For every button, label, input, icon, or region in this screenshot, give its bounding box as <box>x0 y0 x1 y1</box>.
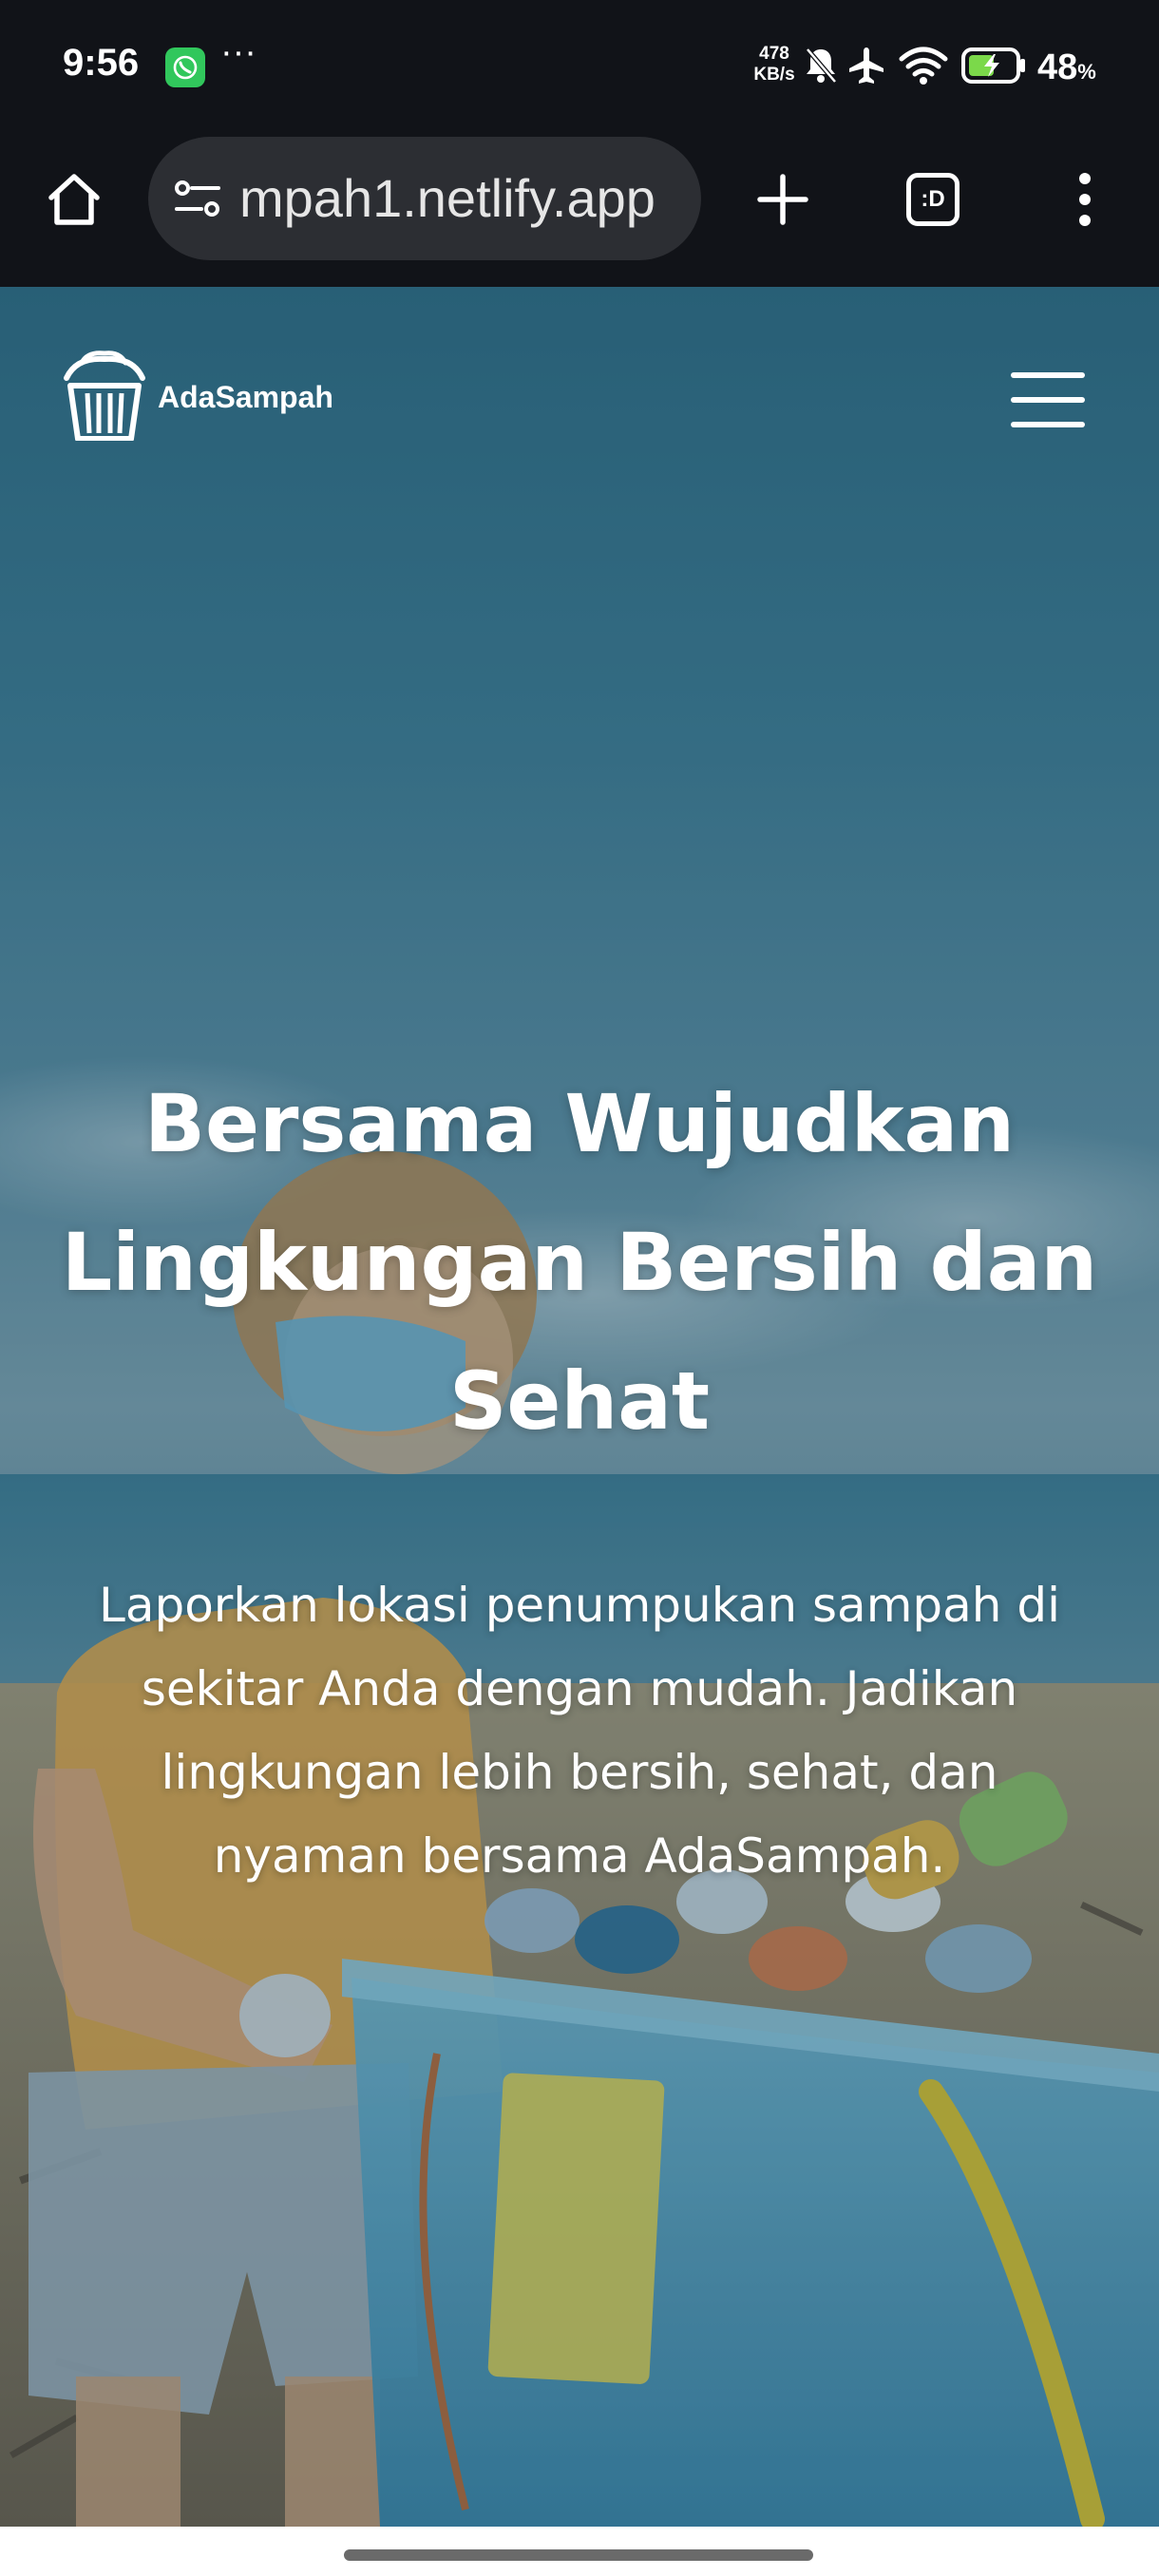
hamburger-line <box>1011 397 1085 403</box>
battery-percent: 48% <box>1037 47 1096 88</box>
battery-percent-value: 48 <box>1037 47 1078 87</box>
home-icon[interactable] <box>44 169 104 230</box>
browser-toolbar: mpah1.netlify.app :D <box>0 135 1159 287</box>
network-speed-value: 478 <box>759 44 789 64</box>
network-speed: 478 KB/s <box>750 44 798 85</box>
hamburger-line <box>1011 372 1085 378</box>
battery-charging-icon <box>961 47 1025 84</box>
more-dots-icon: ··· <box>220 32 256 72</box>
battery-percent-unit: % <box>1077 60 1096 84</box>
new-tab-icon[interactable] <box>754 171 811 228</box>
wifi-icon <box>899 47 948 85</box>
status-bar: 9:56 ··· 478 KB/s 48% <box>0 0 1159 135</box>
status-time: 9:56 <box>63 42 140 84</box>
tab-switcher-icon[interactable]: :D <box>906 173 960 226</box>
bell-off-icon <box>806 47 837 84</box>
site-settings-icon[interactable] <box>173 177 222 220</box>
hero-subtitle: Laporkan lokasi penumpukan sampah di sek… <box>98 1578 1060 1884</box>
hero-section: AdaSampah Bersama Wujudkan Lingkungan Be… <box>0 287 1159 2527</box>
hamburger-menu-icon[interactable] <box>1011 370 1085 429</box>
airplane-icon <box>849 47 884 84</box>
brand-name[interactable]: AdaSampah <box>158 380 333 415</box>
hero-title: Bersama Wujudkan Lingkungan Bersih dan S… <box>61 1077 1098 1448</box>
gesture-handle[interactable] <box>344 2549 813 2561</box>
trash-bin-logo-icon[interactable] <box>61 350 148 441</box>
hamburger-line <box>1011 422 1085 427</box>
url-text[interactable]: mpah1.netlify.app <box>239 137 686 260</box>
url-bar[interactable]: mpah1.netlify.app <box>148 137 701 260</box>
network-speed-unit: KB/s <box>753 65 795 85</box>
overflow-menu-icon[interactable] <box>1070 169 1100 230</box>
navigation-gesture-area <box>0 2527 1159 2576</box>
whatsapp-icon <box>165 47 205 87</box>
